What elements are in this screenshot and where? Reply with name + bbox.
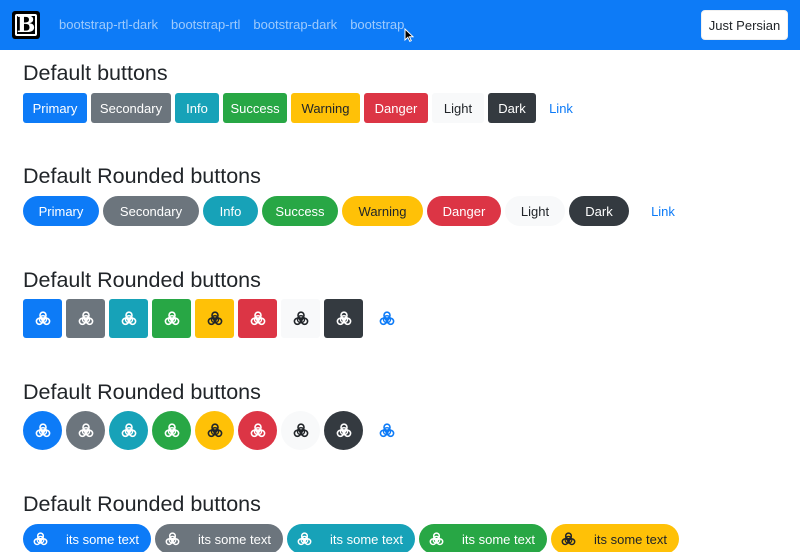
button-text: its some text <box>462 531 535 547</box>
biohazard-icon <box>429 531 444 545</box>
button-text: its some text <box>66 531 139 547</box>
biohazard-icon <box>207 422 222 437</box>
nav-link-bootstrap[interactable]: bootstrap <box>350 17 404 32</box>
warning-button[interactable]: Warning <box>291 93 360 123</box>
biohazard-icon <box>164 310 179 325</box>
primary-rounded-button[interactable]: Primary <box>23 196 99 226</box>
link-rounded-button[interactable]: Link <box>633 196 693 226</box>
danger-icon-button[interactable] <box>238 299 277 338</box>
warning-text-icon-button[interactable]: its some text <box>551 524 679 552</box>
dark-circle-icon-button[interactable] <box>324 411 363 450</box>
biohazard-icon <box>165 531 180 545</box>
biohazard-icon <box>35 422 50 437</box>
success-button[interactable]: Success <box>223 93 287 123</box>
biohazard-icon <box>121 310 136 325</box>
danger-circle-icon-button[interactable] <box>238 411 277 450</box>
brand-logo[interactable]: B <box>12 11 40 39</box>
success-text-icon-button[interactable]: its some text <box>419 524 547 552</box>
section-title-default-buttons: Default buttons <box>23 61 168 85</box>
biohazard-icon <box>293 310 308 325</box>
link-button[interactable]: Link <box>540 93 582 123</box>
nav-link-bootstrap-dark[interactable]: bootstrap-dark <box>253 17 337 32</box>
button-text: its some text <box>330 531 403 547</box>
primary-icon-button[interactable] <box>23 299 62 338</box>
secondary-circle-icon-button[interactable] <box>66 411 105 450</box>
section-title-icon-buttons: Default Rounded buttons <box>23 268 261 292</box>
link-circle-icon-button[interactable] <box>367 411 406 450</box>
info-text-icon-button[interactable]: its some text <box>287 524 415 552</box>
biohazard-icon <box>78 422 93 437</box>
light-icon-button[interactable] <box>281 299 320 338</box>
biohazard-icon <box>379 422 394 437</box>
info-rounded-button[interactable]: Info <box>203 196 258 226</box>
link-icon-button[interactable] <box>367 299 406 338</box>
warning-circle-icon-button[interactable] <box>195 411 234 450</box>
light-circle-icon-button[interactable] <box>281 411 320 450</box>
warning-icon-button[interactable] <box>195 299 234 338</box>
danger-rounded-button[interactable]: Danger <box>427 196 501 226</box>
info-circle-icon-button[interactable] <box>109 411 148 450</box>
biohazard-icon <box>297 531 312 545</box>
nav-links: bootstrap-rtl-dark bootstrap-rtl bootstr… <box>59 17 417 32</box>
nav-link-bootstrap-rtl[interactable]: bootstrap-rtl <box>171 17 240 32</box>
biohazard-icon <box>561 531 576 545</box>
mouse-cursor-icon <box>404 28 414 42</box>
primary-button[interactable]: Primary <box>23 93 87 123</box>
biohazard-icon <box>207 310 222 325</box>
icon-buttons-row <box>23 299 410 338</box>
dark-rounded-button[interactable]: Dark <box>569 196 629 226</box>
secondary-rounded-button[interactable]: Secondary <box>103 196 199 226</box>
warning-rounded-button[interactable]: Warning <box>342 196 423 226</box>
biohazard-icon <box>33 531 48 545</box>
section-title-text-icon-buttons: Default Rounded buttons <box>23 492 261 516</box>
dark-icon-button[interactable] <box>324 299 363 338</box>
brand-letter: B <box>15 12 37 38</box>
button-text: its some text <box>594 531 667 547</box>
success-rounded-button[interactable]: Success <box>262 196 338 226</box>
primary-circle-icon-button[interactable] <box>23 411 62 450</box>
circle-icon-buttons-row <box>23 411 410 450</box>
biohazard-icon <box>35 310 50 325</box>
navbar: B bootstrap-rtl-dark bootstrap-rtl boots… <box>0 0 800 50</box>
secondary-icon-button[interactable] <box>66 299 105 338</box>
biohazard-icon <box>164 422 179 437</box>
biohazard-icon <box>293 422 308 437</box>
success-icon-button[interactable] <box>152 299 191 338</box>
danger-button[interactable]: Danger <box>364 93 428 123</box>
light-button[interactable]: Light <box>432 93 484 123</box>
biohazard-icon <box>250 422 265 437</box>
biohazard-icon <box>78 310 93 325</box>
success-circle-icon-button[interactable] <box>152 411 191 450</box>
secondary-text-icon-button[interactable]: its some text <box>155 524 283 552</box>
light-rounded-button[interactable]: Light <box>505 196 565 226</box>
info-button[interactable]: Info <box>175 93 219 123</box>
section-title-circle-icon-buttons: Default Rounded buttons <box>23 380 261 404</box>
rounded-buttons-row: Primary Secondary Info Success Warning D… <box>23 196 697 226</box>
button-text: its some text <box>198 531 271 547</box>
biohazard-icon <box>336 310 351 325</box>
nav-link-bootstrap-rtl-dark[interactable]: bootstrap-rtl-dark <box>59 17 158 32</box>
primary-text-icon-button[interactable]: its some text <box>23 524 151 552</box>
just-persian-button[interactable]: Just Persian <box>701 10 788 40</box>
default-buttons-row: Primary Secondary Info Success Warning D… <box>23 93 586 123</box>
secondary-button[interactable]: Secondary <box>91 93 171 123</box>
section-title-rounded-buttons: Default Rounded buttons <box>23 164 261 188</box>
biohazard-icon <box>379 310 394 325</box>
info-icon-button[interactable] <box>109 299 148 338</box>
dark-button[interactable]: Dark <box>488 93 536 123</box>
biohazard-icon <box>121 422 136 437</box>
biohazard-icon <box>336 422 351 437</box>
biohazard-icon <box>250 310 265 325</box>
text-icon-buttons-row: its some text its some text its some text i… <box>23 524 683 552</box>
